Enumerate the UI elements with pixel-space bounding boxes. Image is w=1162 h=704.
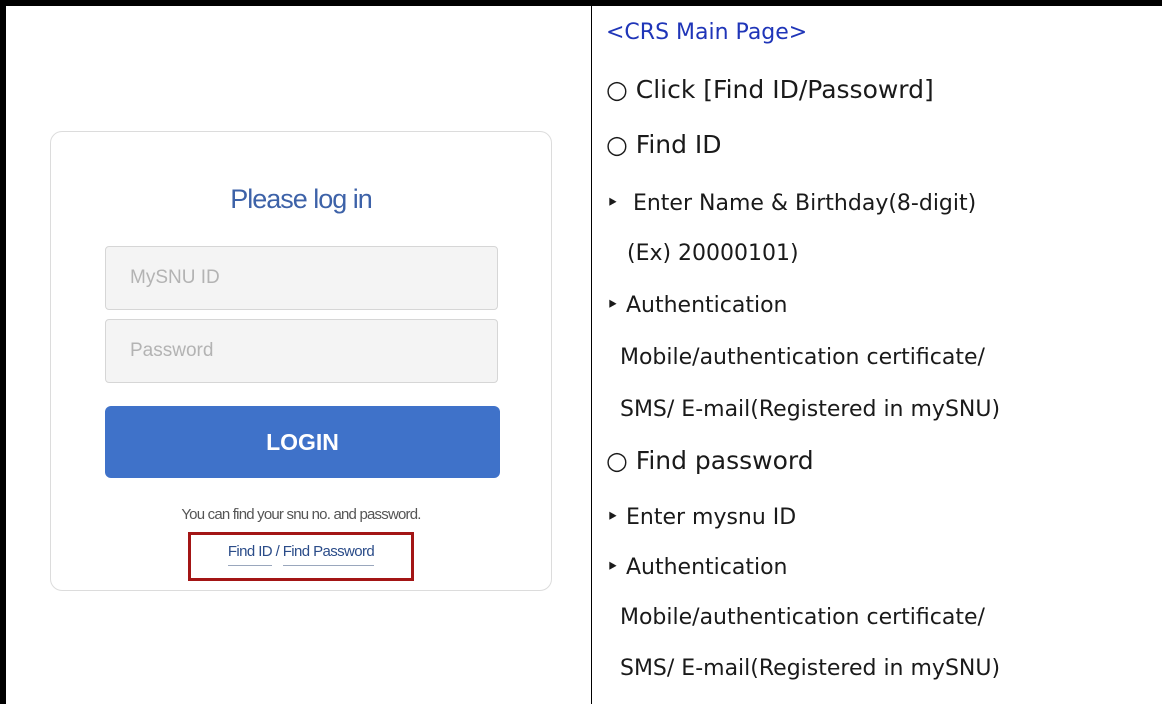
left-border bbox=[0, 0, 6, 704]
instruction-line: (Ex) 20000101) bbox=[606, 241, 799, 266]
document-frame: Please log in LOGIN You can find your sn… bbox=[0, 0, 1162, 704]
mysnu-id-input[interactable] bbox=[105, 246, 498, 310]
help-text: You can find your snu no. and password. bbox=[181, 506, 421, 523]
instruction-line: SMS/ E-mail(Registered in mySNU) bbox=[606, 397, 1001, 422]
instruction-line: Mobile/authentication certificate/ bbox=[606, 605, 985, 630]
find-links-highlight: Find ID / Find Password bbox=[188, 532, 414, 581]
instructions-heading: <CRS Main Page> bbox=[606, 20, 808, 45]
instruction-line: ‣ Authentication bbox=[606, 293, 788, 318]
password-input[interactable] bbox=[105, 319, 498, 383]
instruction-line: ○ Click [Find ID/Passowrd] bbox=[606, 75, 934, 104]
link-separator: / bbox=[275, 543, 280, 560]
instruction-line: Mobile/authentication certificate/ bbox=[606, 345, 985, 370]
find-password-link[interactable]: Find Password bbox=[282, 543, 375, 566]
column-divider bbox=[591, 6, 592, 704]
instruction-line: ‣ Enter Name & Birthday(8-digit) bbox=[606, 191, 977, 216]
instruction-line: SMS/ E-mail(Registered in mySNU) bbox=[606, 656, 1001, 681]
login-title: Please log in bbox=[230, 184, 373, 214]
instruction-line: ‣ Authentication bbox=[606, 555, 788, 580]
top-border bbox=[0, 0, 1162, 6]
find-links: Find ID / Find Password bbox=[191, 543, 411, 566]
instruction-line: ○ Find ID bbox=[606, 130, 722, 159]
find-id-link[interactable]: Find ID bbox=[227, 543, 273, 566]
login-button[interactable]: LOGIN bbox=[105, 406, 500, 478]
instruction-line: ○ Find password bbox=[606, 446, 814, 475]
instruction-line: ‣ Enter mysnu ID bbox=[606, 505, 797, 530]
login-card: Please log in LOGIN You can find your sn… bbox=[50, 131, 552, 591]
